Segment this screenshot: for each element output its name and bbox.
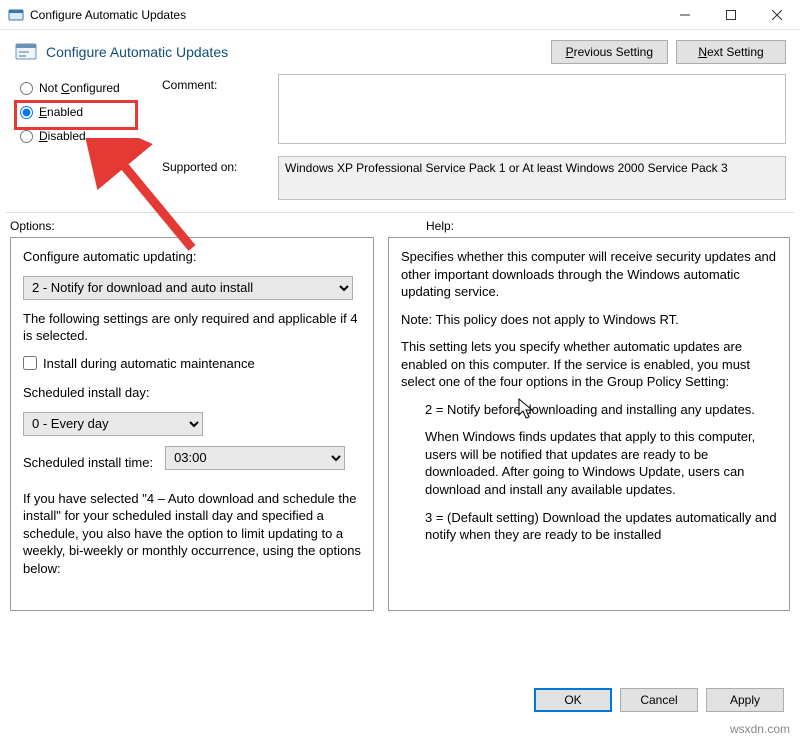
next-setting-button[interactable]: Next Setting <box>676 40 786 64</box>
previous-setting-button[interactable]: Previous Setting <box>551 40 668 64</box>
apply-button[interactable]: Apply <box>706 688 784 712</box>
not-configured-label[interactable]: Not Configured <box>39 81 120 95</box>
comment-label: Comment: <box>162 74 272 92</box>
options-panel: Configure automatic updating: 2 - Notify… <box>10 237 374 611</box>
minimize-button[interactable] <box>662 0 708 30</box>
enabled-radio[interactable] <box>20 106 33 119</box>
scheduled-time-select[interactable]: 03:00 <box>165 446 345 470</box>
window-title: Configure Automatic Updates <box>30 8 186 22</box>
scheduled-day-label: Scheduled install day: <box>23 384 361 402</box>
supported-on-label: Supported on: <box>162 156 272 174</box>
options-note: The following settings are only required… <box>23 310 361 345</box>
help-text: When Windows finds updates that apply to… <box>401 428 777 498</box>
maximize-button[interactable] <box>708 0 754 30</box>
install-during-maintenance-label[interactable]: Install during automatic maintenance <box>43 355 255 373</box>
scheduled-day-select[interactable]: 0 - Every day <box>23 412 203 436</box>
watermark: wsxdn.com <box>730 722 790 736</box>
scheduled-time-label: Scheduled install time: <box>23 454 153 472</box>
supported-on-value: Windows XP Professional Service Pack 1 o… <box>278 156 786 200</box>
not-configured-radio[interactable] <box>20 82 33 95</box>
disabled-label[interactable]: Disabled <box>39 129 86 143</box>
help-text: Note: This policy does not apply to Wind… <box>401 311 777 329</box>
policy-header: Configure Automatic Updates Previous Set… <box>0 30 800 70</box>
state-radio-group: Not Configured Enabled Disabled <box>16 74 156 148</box>
ok-button[interactable]: OK <box>534 688 612 712</box>
policy-title: Configure Automatic Updates <box>46 44 228 60</box>
help-text: Specifies whether this computer will rec… <box>401 248 777 301</box>
dialog-buttons: OK Cancel Apply <box>526 688 784 712</box>
options-heading: Options: <box>10 219 384 233</box>
disabled-radio[interactable] <box>20 130 33 143</box>
enabled-label[interactable]: Enabled <box>39 105 83 119</box>
app-icon <box>8 7 24 23</box>
help-text: 3 = (Default setting) Download the updat… <box>401 509 777 544</box>
cancel-button[interactable]: Cancel <box>620 688 698 712</box>
close-button[interactable] <box>754 0 800 30</box>
titlebar: Configure Automatic Updates <box>0 0 800 30</box>
help-text: 2 = Notify before downloading and instal… <box>401 401 777 419</box>
help-panel: Specifies whether this computer will rec… <box>388 237 790 611</box>
help-text: This setting lets you specify whether au… <box>401 338 777 391</box>
help-heading: Help: <box>384 219 786 233</box>
comment-textarea[interactable] <box>278 74 786 144</box>
install-during-maintenance-checkbox[interactable] <box>23 356 37 370</box>
configure-updating-select[interactable]: 2 - Notify for download and auto install <box>23 276 353 300</box>
configure-updating-label: Configure automatic updating: <box>23 248 361 266</box>
options-extra-text: If you have selected "4 – Auto download … <box>23 490 361 578</box>
policy-icon <box>14 40 38 64</box>
